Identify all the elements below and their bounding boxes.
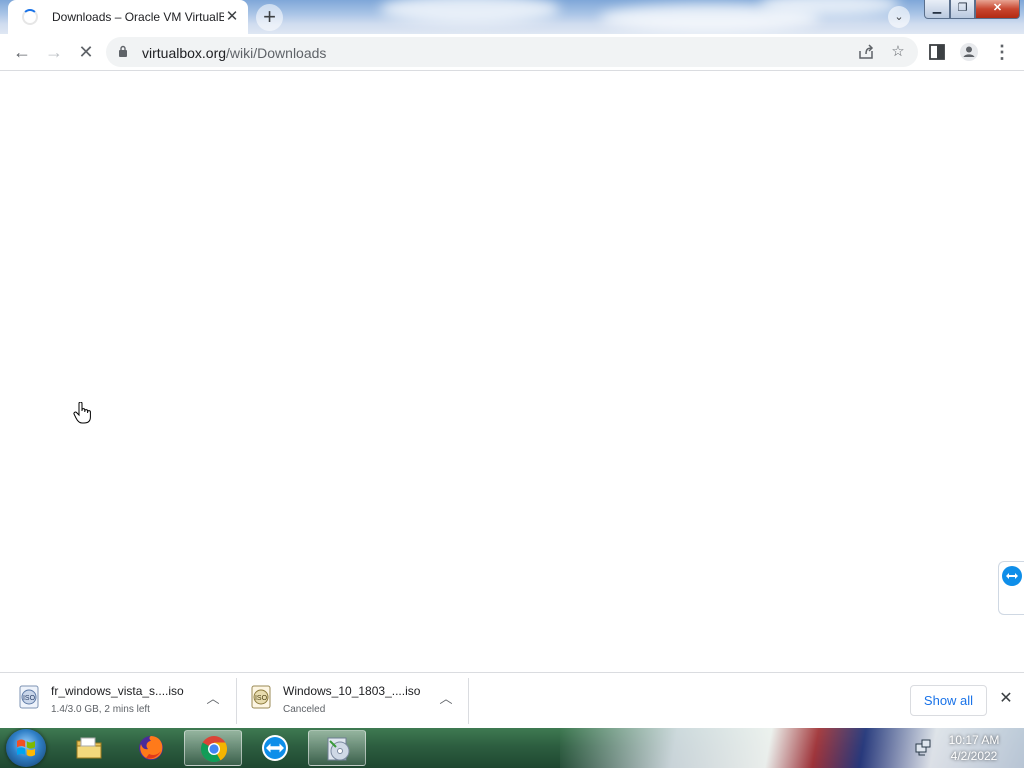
download-separator <box>468 678 469 724</box>
teamviewer-icon <box>1002 566 1022 586</box>
folder-icon <box>76 737 102 759</box>
taskbar-teamviewer[interactable] <box>246 730 304 766</box>
back-button[interactable]: ← <box>10 40 34 64</box>
new-tab-button[interactable]: + <box>256 4 283 31</box>
loading-spinner-icon <box>22 9 38 25</box>
browser-titlebar: Downloads – Oracle VM VirtualBox ✕ + ⌄ ▁… <box>0 0 1024 34</box>
iso-file-icon: ISO <box>19 685 39 709</box>
clock-time: 10:17 AM <box>948 733 1000 747</box>
hand-cursor-icon <box>73 402 91 424</box>
tab-title: Downloads – Oracle VM VirtualBox <box>52 10 224 24</box>
profile-avatar-icon[interactable] <box>958 41 980 63</box>
chevron-up-icon[interactable]: ︿ <box>437 690 455 708</box>
teamviewer-side-tab[interactable] <box>998 561 1024 615</box>
close-shelf-icon[interactable]: ✕ <box>996 689 1016 709</box>
bookmark-star-icon[interactable]: ☆ <box>889 43 907 61</box>
browser-tab-active[interactable]: Downloads – Oracle VM VirtualBox ✕ <box>8 0 248 34</box>
taskbar-firefox[interactable] <box>122 730 180 766</box>
window-controls: ▁ ❐ ✕ <box>924 0 1020 19</box>
close-window-button[interactable]: ✕ <box>975 0 1020 19</box>
chevron-up-icon[interactable]: ︿ <box>204 690 222 708</box>
chrome-icon <box>200 736 228 763</box>
show-all-downloads-button[interactable]: Show all <box>910 685 987 716</box>
svg-text:ISO: ISO <box>23 695 36 702</box>
forward-button[interactable]: → <box>42 40 66 64</box>
wallpaper-cloud <box>380 0 560 24</box>
page-content <box>0 71 1024 672</box>
minimize-button[interactable]: ▁ <box>924 0 950 19</box>
address-bar[interactable]: virtualbox.org/wiki/Downloads ☆ <box>106 37 918 67</box>
stop-loading-button[interactable]: ✕ <box>74 40 98 64</box>
download-shelf: ISO fr_windows_vista_s....iso 1.4/3.0 GB… <box>0 672 1024 728</box>
taskbar-explorer[interactable] <box>60 730 118 766</box>
teamviewer-icon <box>262 735 288 761</box>
more-menu-icon[interactable]: ⋮ <box>991 41 1013 63</box>
taskbar-disc-burner[interactable] <box>308 730 366 766</box>
clock-date: 4/2/2022 <box>950 749 998 763</box>
download-status: 1.4/3.0 GB, 2 mins left <box>51 704 150 715</box>
download-filename: Windows_10_1803_....iso <box>283 684 421 698</box>
maximize-button[interactable]: ❐ <box>950 0 975 19</box>
windows-logo-icon <box>17 739 35 757</box>
tab-search-button[interactable]: ⌄ <box>888 6 910 28</box>
taskbar-chrome[interactable] <box>184 730 242 766</box>
download-status: Canceled <box>283 704 326 715</box>
tab-close-icon[interactable]: ✕ <box>224 9 240 25</box>
start-button[interactable] <box>6 729 46 767</box>
url-text[interactable]: virtualbox.org/wiki/Downloads <box>142 45 326 61</box>
system-clock[interactable]: 10:17 AM 4/2/2022 <box>944 732 1004 764</box>
side-panel-icon[interactable] <box>926 41 948 63</box>
disc-burner-icon <box>327 737 350 761</box>
download-filename: fr_windows_vista_s....iso <box>51 684 184 698</box>
share-icon[interactable] <box>857 43 875 61</box>
network-tray-icon[interactable] <box>914 738 932 756</box>
url-path: /wiki/Downloads <box>226 45 327 61</box>
download-separator <box>236 678 237 724</box>
download-item[interactable]: ISO fr_windows_vista_s....iso 1.4/3.0 GB… <box>18 679 228 723</box>
download-item[interactable]: ISO Windows_10_1803_....iso Canceled ︿ <box>250 679 460 723</box>
windows-taskbar: 10:17 AM 4/2/2022 <box>0 728 1024 768</box>
iso-file-icon: ISO <box>251 685 271 709</box>
svg-text:ISO: ISO <box>255 695 268 702</box>
firefox-icon <box>139 736 163 760</box>
lock-icon[interactable] <box>118 45 128 57</box>
url-host: virtualbox.org <box>142 45 227 61</box>
browser-toolbar: ← → ✕ virtualbox.org/wiki/Downloads ☆ ⋮ <box>0 34 1024 71</box>
